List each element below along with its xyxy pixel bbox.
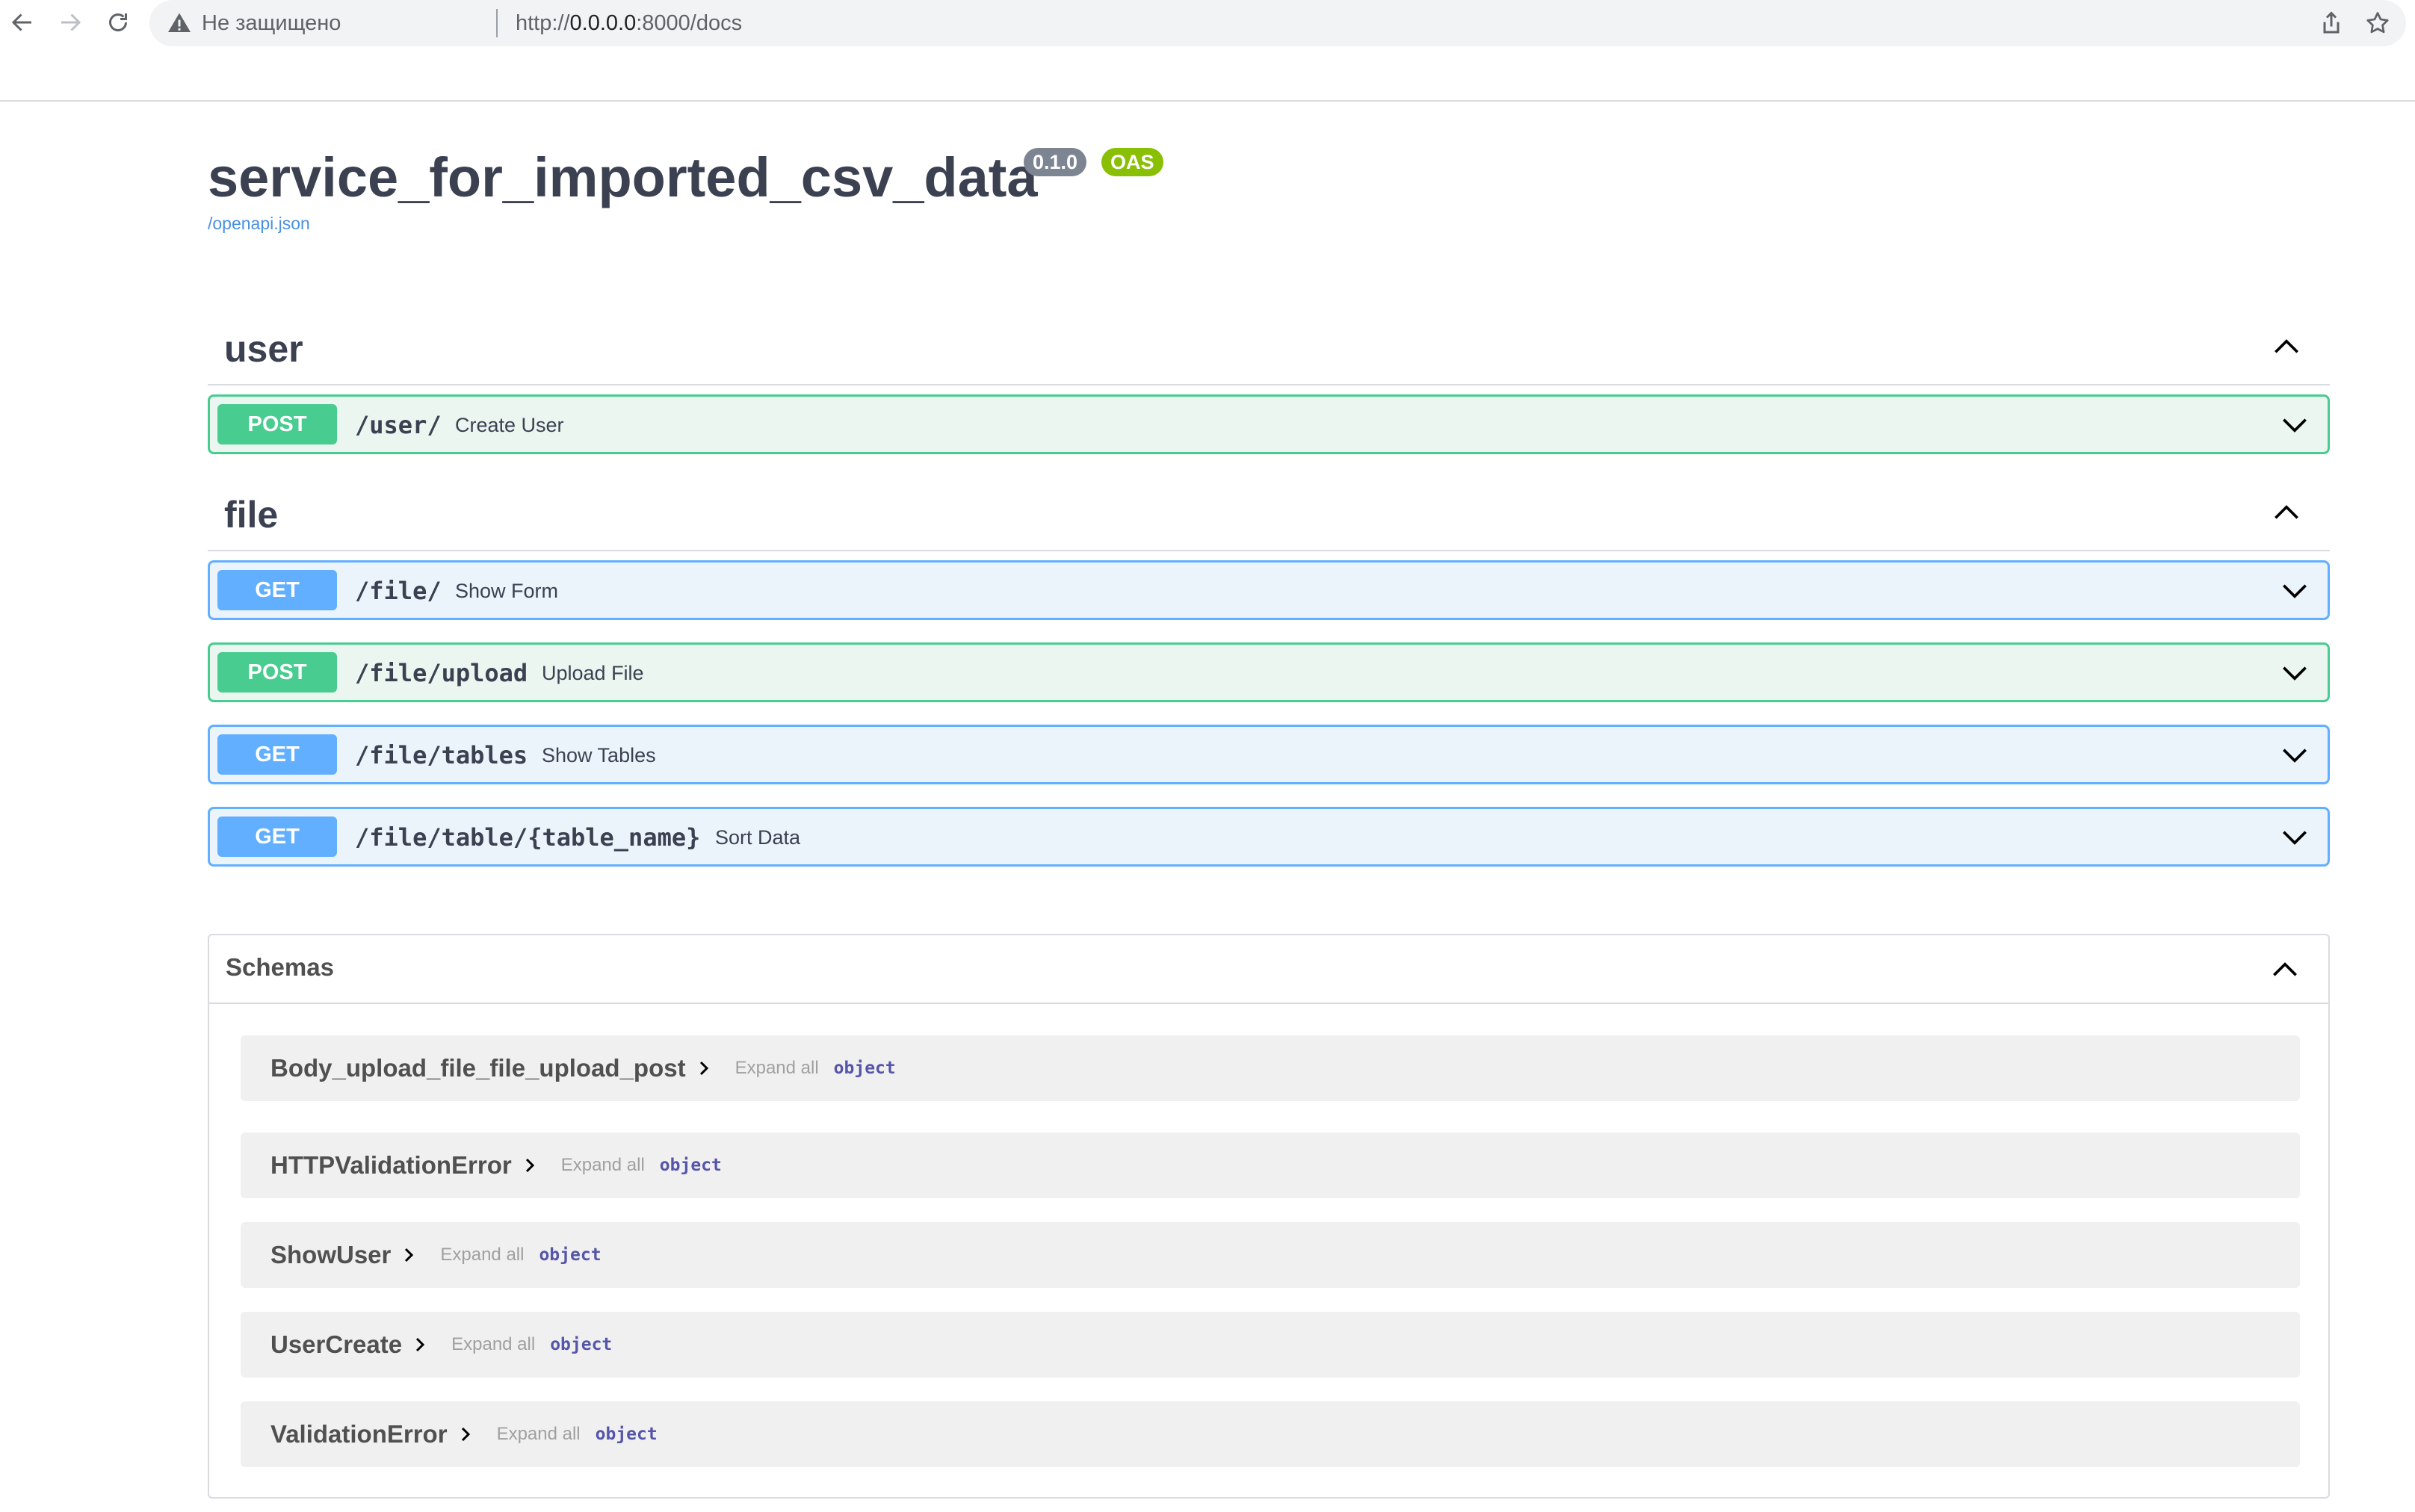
api-title: service_for_imported_csv_data — [208, 146, 1038, 208]
url-rest: :8000/docs — [636, 11, 743, 35]
schema-item[interactable]: Body_upload_file_file_upload_post Expand… — [241, 1035, 2300, 1101]
expand-all-button[interactable]: Expand all — [451, 1334, 535, 1355]
chevron-right-icon[interactable] — [457, 1425, 474, 1443]
chevron-down-icon[interactable] — [2278, 657, 2311, 690]
operation-summary: Sort Data — [715, 826, 801, 849]
chevron-up-icon[interactable] — [2270, 330, 2303, 363]
schema-name[interactable]: UserCreate — [270, 1330, 402, 1359]
method-badge: GET — [217, 570, 337, 610]
schema-item[interactable]: HTTPValidationError Expand all object — [241, 1133, 2300, 1198]
schema-name[interactable]: Body_upload_file_file_upload_post — [270, 1054, 686, 1082]
operation-get-file-table-name[interactable]: GET /file/table/{table_name} Sort Data — [208, 807, 2330, 867]
schema-type: object — [595, 1425, 658, 1444]
expand-all-button[interactable]: Expand all — [497, 1424, 581, 1445]
schema-name[interactable]: ShowUser — [270, 1241, 391, 1269]
expand-all-button[interactable]: Expand all — [561, 1155, 645, 1176]
schemas-header[interactable]: Schemas — [209, 935, 2328, 1004]
operation-path: /file/tables — [355, 741, 528, 769]
schema-type: object — [539, 1245, 602, 1265]
schema-name[interactable]: HTTPValidationError — [270, 1151, 512, 1180]
security-status[interactable]: Не защищено — [202, 10, 341, 37]
api-info: service_for_imported_csv_data — [208, 142, 1038, 214]
chevron-down-icon[interactable] — [2278, 739, 2311, 772]
reload-icon — [109, 13, 127, 31]
bookmark-star-icon[interactable] — [2364, 10, 2391, 37]
chevron-right-icon[interactable] — [400, 1246, 418, 1264]
forward-button[interactable] — [52, 4, 88, 40]
chevron-right-icon[interactable] — [411, 1336, 429, 1354]
method-badge: GET — [217, 817, 337, 857]
schema-type: object — [659, 1156, 722, 1175]
schema-type: object — [833, 1059, 896, 1078]
schema-type: object — [550, 1335, 613, 1354]
chevron-right-icon[interactable] — [521, 1156, 539, 1174]
url-text[interactable]: http://0.0.0.0:8000/docs — [516, 10, 742, 37]
chevron-up-icon[interactable] — [2269, 953, 2301, 986]
chevron-down-icon[interactable] — [2278, 574, 2311, 607]
url-host: 0.0.0.0 — [569, 11, 637, 35]
operation-get-file[interactable]: GET /file/ Show Form — [208, 560, 2330, 620]
back-arrow-icon — [11, 13, 31, 31]
schema-item[interactable]: ShowUser Expand all object — [241, 1222, 2300, 1288]
operation-summary: Show Tables — [542, 744, 656, 766]
operation-summary: Show Form — [455, 580, 559, 602]
browser-toolbar: Не защищено http://0.0.0.0:8000/docs — [0, 0, 2415, 102]
tag-section-user[interactable]: user — [208, 308, 2330, 385]
operation-post-user[interactable]: POST /user/ Create User — [208, 394, 2330, 454]
expand-all-button[interactable]: Expand all — [735, 1058, 819, 1079]
operation-summary: Upload File — [542, 662, 644, 684]
operation-post-file-upload[interactable]: POST /file/upload Upload File — [208, 642, 2330, 702]
method-badge: POST — [217, 404, 337, 444]
schemas-title: Schemas — [226, 953, 334, 981]
schema-item[interactable]: ValidationError Expand all object — [241, 1401, 2300, 1467]
expand-all-button[interactable]: Expand all — [440, 1245, 524, 1265]
method-badge: GET — [217, 734, 337, 775]
chevron-down-icon[interactable] — [2278, 409, 2311, 441]
operation-path: /file/table/{table_name} — [355, 823, 701, 852]
oas-badge: OAS 3.1 — [1101, 148, 1163, 202]
address-separator — [496, 9, 498, 37]
tag-section-file[interactable]: file — [208, 474, 2330, 551]
openapi-json-link[interactable]: /openapi.json — [208, 214, 310, 234]
operation-get-file-tables[interactable]: GET /file/tables Show Tables — [208, 725, 2330, 784]
forward-arrow-icon — [61, 13, 81, 31]
share-icon[interactable] — [2318, 10, 2345, 37]
schema-name[interactable]: ValidationError — [270, 1420, 448, 1449]
schemas-section: Schemas Body_upload_file_file_upload_pos… — [208, 934, 2330, 1499]
schema-item[interactable]: UserCreate Expand all object — [241, 1312, 2300, 1378]
method-badge: POST — [217, 652, 337, 693]
operation-summary: Create User — [455, 414, 564, 436]
operation-path: /file/upload — [355, 659, 528, 687]
tag-name: user — [224, 328, 303, 370]
back-button[interactable] — [4, 4, 40, 40]
chevron-up-icon[interactable] — [2270, 496, 2303, 529]
url-scheme: http:// — [516, 11, 570, 35]
tag-name: file — [224, 494, 279, 536]
reload-button[interactable] — [100, 4, 136, 40]
operation-path: /file/ — [355, 577, 442, 605]
chevron-down-icon[interactable] — [2278, 821, 2311, 854]
warning-icon[interactable] — [166, 10, 193, 37]
chevron-right-icon[interactable] — [695, 1059, 713, 1077]
version-badge: 0.1.0 — [1024, 148, 1087, 176]
operation-path: /user/ — [355, 411, 442, 439]
address-bar[interactable]: Не защищено http://0.0.0.0:8000/docs — [149, 0, 2406, 46]
